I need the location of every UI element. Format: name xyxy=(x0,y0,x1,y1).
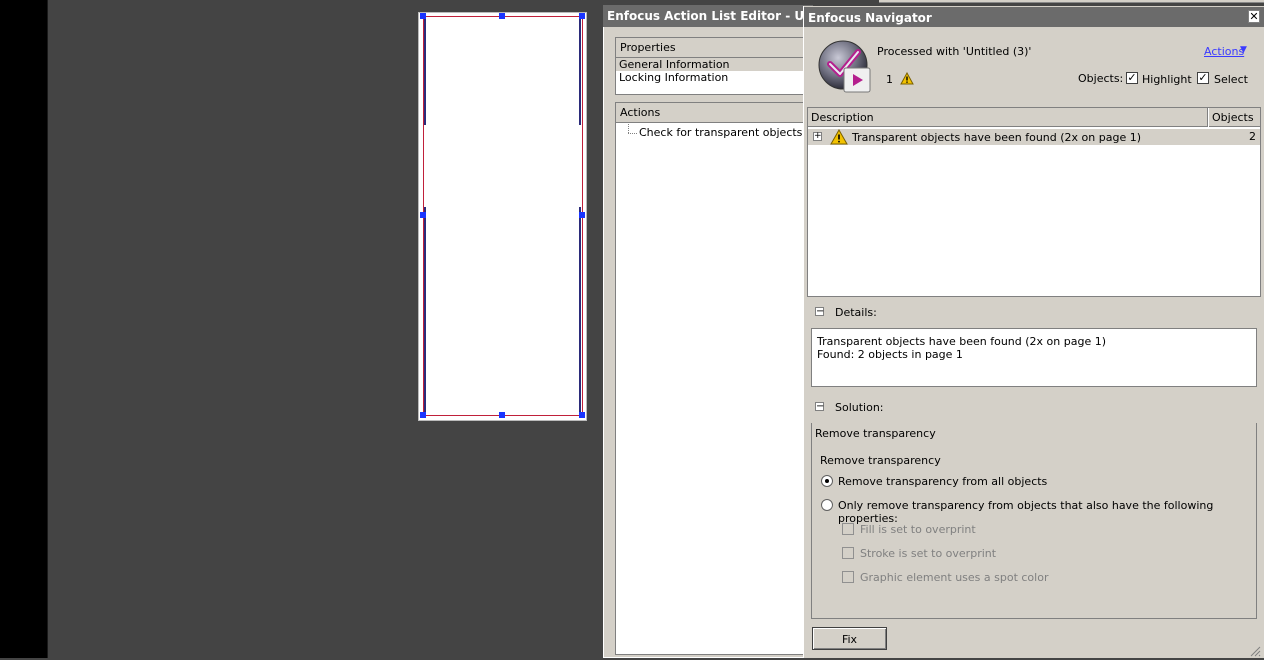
spot-color-label: Graphic element uses a spot color xyxy=(860,571,1049,584)
selection-handle[interactable] xyxy=(499,412,505,418)
fill-overprint-label: Fill is set to overprint xyxy=(860,523,976,536)
resize-grip-icon[interactable] xyxy=(1249,645,1261,657)
row-objects-count: 2 xyxy=(1249,130,1256,143)
close-icon[interactable]: ✕ xyxy=(1248,10,1260,23)
stroke-overprint-label: Stroke is set to overprint xyxy=(860,547,997,560)
selection-handle[interactable] xyxy=(499,13,505,19)
processed-with-text: Processed with 'Untitled (3)' xyxy=(877,45,1032,58)
fix-button[interactable]: Fix xyxy=(812,627,887,650)
radio-remove-only-label[interactable]: Only remove transparency from objects th… xyxy=(838,499,1264,525)
property-locking-information[interactable]: Locking Information xyxy=(616,71,810,84)
solution-label: Solution: xyxy=(835,401,884,414)
property-general-information[interactable]: General Information xyxy=(616,58,810,71)
chevron-down-icon[interactable]: ▼ xyxy=(1240,45,1247,55)
tree-connector xyxy=(628,133,637,134)
selection-handle[interactable] xyxy=(579,212,585,218)
highlight-checkbox[interactable]: ✓ xyxy=(1126,72,1138,84)
selection-handle[interactable] xyxy=(579,13,585,19)
warning-count: 1 xyxy=(886,73,893,86)
spot-color-checkbox[interactable] xyxy=(842,571,854,583)
selection-handle[interactable] xyxy=(579,412,585,418)
properties-header: Properties xyxy=(616,38,810,58)
actions-header: Actions xyxy=(616,103,810,123)
enfocus-logo-icon xyxy=(818,40,872,94)
selection-handle[interactable] xyxy=(420,212,426,218)
collapse-icon[interactable]: − xyxy=(815,307,824,317)
radio-remove-all-label[interactable]: Remove transparency from all objects xyxy=(838,475,1047,488)
objects-label: Objects: xyxy=(1078,72,1124,85)
actions-tree xyxy=(615,102,810,655)
expand-icon[interactable]: + xyxy=(813,132,822,141)
row-description: Transparent objects have been found (2x … xyxy=(852,131,1141,144)
navigator-title[interactable]: Enfocus Navigator xyxy=(804,7,1264,27)
selection-handle[interactable] xyxy=(420,412,426,418)
solution-subtitle: Remove transparency xyxy=(820,454,941,467)
selected-object-right-edge xyxy=(579,207,581,415)
action-list-editor-title[interactable]: Enfocus Action List Editor - Untitled xyxy=(603,5,813,27)
left-toolbar-strip xyxy=(0,0,47,658)
radio-selected-dot xyxy=(825,479,829,483)
radio-remove-only[interactable] xyxy=(821,499,833,511)
details-line: Found: 2 objects in page 1 xyxy=(817,348,963,361)
selected-object-left-edge xyxy=(424,207,426,415)
fill-overprint-checkbox[interactable] xyxy=(842,523,854,535)
warning-icon xyxy=(900,71,914,88)
highlight-label: Highlight xyxy=(1142,73,1192,86)
column-header-objects[interactable]: Objects xyxy=(1209,108,1260,127)
radio-remove-all[interactable] xyxy=(821,475,833,487)
top-toolbar-edge xyxy=(879,0,1264,3)
details-label: Details: xyxy=(835,306,877,319)
selected-object-right-edge xyxy=(579,17,581,125)
solution-title: Remove transparency xyxy=(815,427,936,440)
select-label: Select xyxy=(1214,73,1248,86)
details-box: Transparent objects have been found (2x … xyxy=(811,328,1257,387)
stroke-overprint-checkbox[interactable] xyxy=(842,547,854,559)
tree-connector xyxy=(628,124,629,133)
collapse-icon[interactable]: − xyxy=(815,402,824,412)
actions-menu-link[interactable]: Actions xyxy=(1204,45,1244,58)
warning-icon xyxy=(830,128,848,148)
selected-object-left-edge xyxy=(424,17,426,125)
selection-outline xyxy=(423,16,583,416)
action-item-check-transparent[interactable]: Check for transparent objects xyxy=(639,126,802,139)
selection-handle[interactable] xyxy=(420,13,426,19)
select-checkbox[interactable]: ✓ xyxy=(1197,72,1209,84)
details-line: Transparent objects have been found (2x … xyxy=(817,335,1106,348)
column-header-description[interactable]: Description xyxy=(808,108,1208,127)
